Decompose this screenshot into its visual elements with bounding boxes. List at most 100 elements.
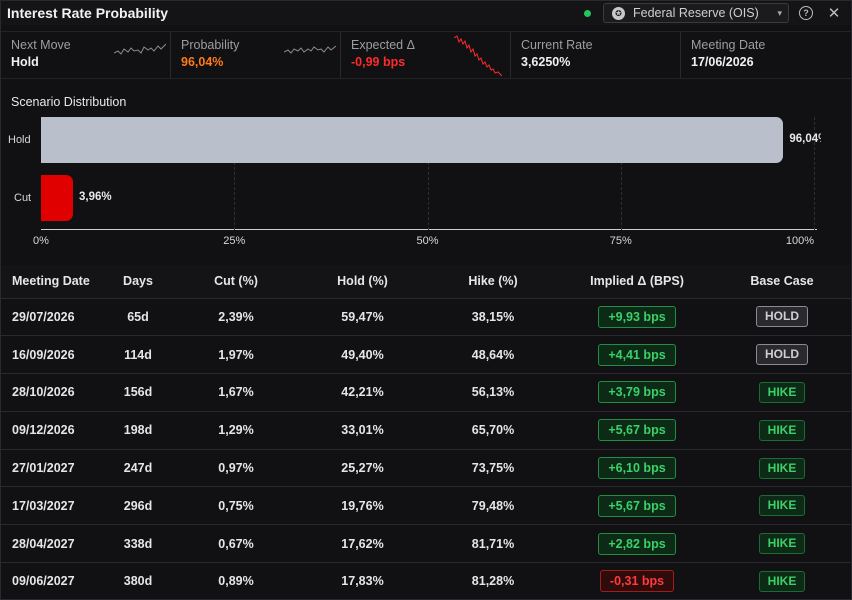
column-header[interactable]: Days [104,265,172,299]
column-header[interactable]: Cut (%) [172,265,300,299]
cut-cell: 1,97% [172,335,300,375]
base-case-badge: HIKE [759,419,805,441]
table-row[interactable]: 29/07/2026 65d 2,39% 59,47% 38,15% +9,93 bps H… [1,298,851,337]
metric-expected-delta: Expected Δ -0,99 bps [341,32,511,78]
bar-category-label: Hold [8,134,31,146]
metric-meeting-date: Meeting Date 17/06/2026 [681,32,851,78]
cut-cell: 1,29% [172,411,300,450]
base-case-cell: HIKE [713,411,851,450]
chevron-down-icon: ▾ [777,7,782,18]
hike-cell: 81,28% [425,562,561,600]
hike-cell: 81,71% [425,524,561,564]
sparkline-icon [284,45,336,54]
implied-delta-pill: +5,67 bps [598,419,676,442]
close-icon[interactable]: ✕ [823,3,845,23]
base-case-cell: HIKE [713,562,851,600]
hold-cell: 42,21% [300,373,425,412]
implied-cell: +9,93 bps [561,298,713,337]
x-tick-label: 50% [416,235,439,247]
days-cell: 338d [104,524,172,564]
days-cell: 247d [104,449,172,488]
column-header[interactable]: Hike (%) [425,265,561,299]
base-case-badge: HOLD [756,344,808,366]
source-select[interactable]: ✪ Federal Reserve (OIS) ▾ [603,3,789,23]
source-select-label: Federal Reserve (OIS) [633,6,759,20]
help-icon: ? [799,6,813,20]
x-tick-label: 0% [33,235,49,247]
table-row[interactable]: 28/10/2026 156d 1,67% 42,21% 56,13% +3,79 bps… [1,373,851,412]
cut-cell: 0,67% [172,524,300,564]
metric-label: Meeting Date [691,38,766,52]
meeting-date-cell: 27/01/2027 [1,449,104,488]
hold-cell: 19,76% [300,486,425,526]
metrics-strip: Next Move Hold Probability 96,04% Expect… [1,31,851,79]
implied-cell: +5,67 bps [561,411,713,450]
column-header[interactable]: Base Case [713,265,851,299]
base-case-badge: HIKE [759,495,805,517]
implied-delta-pill: +2,82 bps [598,532,676,555]
implied-cell: +2,82 bps [561,524,713,564]
table-row[interactable]: 17/03/2027 296d 0,75% 19,76% 79,48% +5,67 bps… [1,486,851,526]
bar-value-label: 96,04% [789,133,821,145]
meeting-date-cell: 09/12/2026 [1,411,104,450]
x-axis-line [41,229,817,230]
implied-delta-pill: +3,79 bps [598,381,676,404]
column-header[interactable]: Meeting Date [1,265,104,299]
bar-hold[interactable] [41,117,784,163]
x-tick-label: 100% [785,235,815,247]
hike-cell: 79,48% [425,486,561,526]
hike-cell: 38,15% [425,298,561,337]
metric-probability: Probability 96,04% [171,32,341,78]
bar-cut[interactable] [41,175,73,221]
cut-cell: 2,39% [172,298,300,337]
table-row[interactable]: 28/04/2027 338d 0,67% 17,62% 81,71% +2,82 bps… [1,524,851,564]
cut-cell: 0,75% [172,486,300,526]
hold-cell: 17,83% [300,562,425,600]
implied-delta-pill: +9,93 bps [598,305,676,328]
help-button[interactable]: ? [795,3,817,23]
meeting-date-cell: 17/03/2027 [1,486,104,526]
metric-value: 3,6250% [521,55,571,69]
hold-cell: 59,47% [300,298,425,337]
metric-value: Hold [11,55,39,69]
hold-cell: 49,40% [300,335,425,375]
days-cell: 156d [104,373,172,412]
title-bar: Interest Rate Probability ✪ Federal Rese… [1,1,851,25]
table-row[interactable]: 27/01/2027 247d 0,97% 25,27% 73,75% +6,10 bps… [1,449,851,488]
metric-value: 96,04% [181,55,224,69]
column-header[interactable]: Hold (%) [300,265,425,299]
base-case-badge: HIKE [759,381,805,403]
implied-delta-pill: +4,41 bps [598,343,676,366]
base-case-cell: HIKE [713,449,851,488]
implied-delta-pill: +6,10 bps [598,457,676,480]
hold-cell: 33,01% [300,411,425,450]
chart-title: Scenario Distribution [11,95,127,109]
base-case-badge: HIKE [759,533,805,555]
table-row[interactable]: 16/09/2026 114d 1,97% 49,40% 48,64% +4,41 bps… [1,335,851,375]
table-row[interactable]: 09/06/2027 380d 0,89% 17,83% 81,28% -0,31 bps… [1,562,851,600]
metric-value: 17/06/2026 [691,55,754,69]
base-case-cell: HOLD [713,298,851,337]
implied-delta-pill: +5,67 bps [598,494,676,517]
base-case-cell: HIKE [713,524,851,564]
window-title: Interest Rate Probability [7,5,169,21]
cut-cell: 0,89% [172,562,300,600]
meetings-table: Meeting Date Days Cut (%) Hold (%) Hike … [1,265,851,600]
base-case-cell: HOLD [713,335,851,375]
hike-cell: 48,64% [425,335,561,375]
meeting-date-cell: 29/07/2026 [1,298,104,337]
bar-value-label: 3,96% [79,191,112,203]
cut-cell: 0,97% [172,449,300,488]
hike-cell: 73,75% [425,449,561,488]
implied-cell: +3,79 bps [561,373,713,412]
cut-cell: 1,67% [172,373,300,412]
meeting-date-cell: 28/10/2026 [1,373,104,412]
table-row[interactable]: 09/12/2026 198d 1,29% 33,01% 65,70% +5,67 bps… [1,411,851,450]
column-header[interactable]: Implied Δ (BPS) [561,265,713,299]
meeting-date-cell: 16/09/2026 [1,335,104,375]
hike-cell: 56,13% [425,373,561,412]
hike-cell: 65,70% [425,411,561,450]
days-cell: 380d [104,562,172,600]
days-cell: 65d [104,298,172,337]
implied-delta-pill: -0,31 bps [600,570,674,593]
